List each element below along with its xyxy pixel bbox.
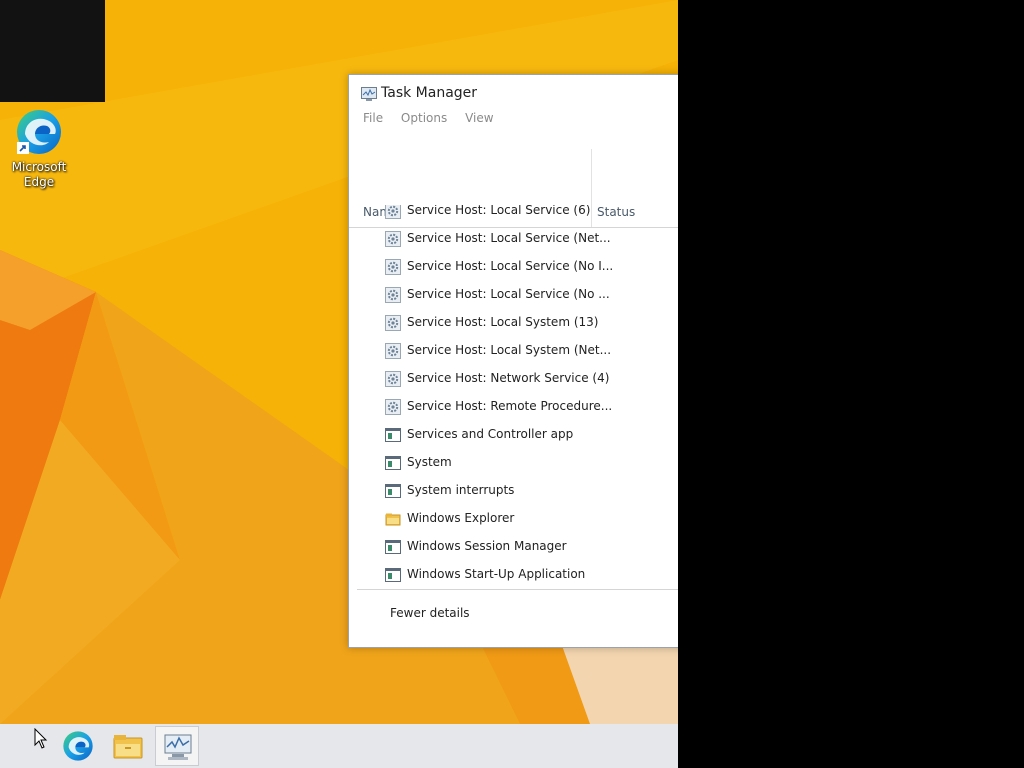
process-name: Services and Controller app xyxy=(407,427,574,441)
window-icon xyxy=(385,455,401,471)
process-row[interactable]: Windows Session Manager xyxy=(349,533,678,561)
desktop-icon-label: Microsoft Edge xyxy=(11,160,67,189)
gear-icon xyxy=(385,371,401,387)
process-name: Windows Start-Up Application xyxy=(407,567,586,581)
process-name: System interrupts xyxy=(407,483,515,497)
title-bar[interactable]: Task Manager xyxy=(349,75,678,111)
black-tile xyxy=(0,0,105,102)
process-name: Windows Session Manager xyxy=(407,539,567,553)
taskbar-file-explorer-button[interactable] xyxy=(106,726,150,766)
task-manager-window[interactable]: Task Manager File Options View Name Stat… xyxy=(348,74,678,648)
process-list[interactable]: Service Host: Local Service (6) Service H… xyxy=(349,205,678,588)
mouse-cursor-icon xyxy=(34,728,48,749)
menu-view[interactable]: View xyxy=(465,111,493,125)
taskbar-edge-button[interactable] xyxy=(56,726,100,766)
offscreen-area xyxy=(678,0,1024,768)
file-explorer-icon xyxy=(113,735,143,759)
process-name: Windows Explorer xyxy=(407,511,515,525)
process-row[interactable]: Windows Start-Up Application xyxy=(349,561,678,588)
process-row[interactable]: Service Host: Local System (13) xyxy=(349,309,678,337)
process-row[interactable]: Service Host: Local System (Net... xyxy=(349,337,678,365)
fewer-details-button[interactable]: Fewer details xyxy=(390,606,470,620)
process-row[interactable]: Service Host: Local Service (Net... xyxy=(349,225,678,253)
gear-icon xyxy=(385,287,401,303)
window-icon xyxy=(385,427,401,443)
window-icon xyxy=(385,567,401,583)
process-row[interactable]: System interrupts xyxy=(349,477,678,505)
gear-icon xyxy=(385,315,401,331)
footer: Fewer details xyxy=(357,589,678,646)
gear-icon xyxy=(385,343,401,359)
process-row[interactable]: Service Host: Network Service (4) xyxy=(349,365,678,393)
header-spacer xyxy=(349,133,678,191)
process-row[interactable]: Service Host: Local Service (No I... xyxy=(349,253,678,281)
window-icon xyxy=(385,539,401,555)
process-row[interactable]: Service Host: Local Service (No ... xyxy=(349,281,678,309)
desktop-icon-edge[interactable]: Microsoft Edge xyxy=(8,108,70,190)
process-name: Service Host: Remote Procedure... xyxy=(407,399,613,413)
process-name: Service Host: Local Service (No ... xyxy=(407,287,610,301)
process-row[interactable]: Services and Controller app xyxy=(349,421,678,449)
process-name: Service Host: Local System (Net... xyxy=(407,343,612,357)
process-name: Service Host: Local Service (No I... xyxy=(407,259,614,273)
process-name: System xyxy=(407,455,452,469)
task-manager-icon xyxy=(361,87,377,101)
process-name: Service Host: Local Service (Net... xyxy=(407,231,611,245)
gear-icon xyxy=(385,231,401,247)
edge-icon xyxy=(63,731,93,761)
window-title: Task Manager xyxy=(381,85,478,101)
screen: Microsoft Edge Task Manager File Options… xyxy=(0,0,678,768)
window-icon xyxy=(385,483,401,499)
task-manager-icon xyxy=(164,734,192,760)
taskbar xyxy=(0,724,678,768)
taskbar-task-manager-button[interactable] xyxy=(155,726,199,766)
process-row[interactable]: Service Host: Local Service (6) xyxy=(349,205,678,225)
process-row[interactable]: System xyxy=(349,449,678,477)
process-name: Service Host: Network Service (4) xyxy=(407,371,610,385)
menu-options[interactable]: Options xyxy=(401,111,447,125)
process-row[interactable]: Windows Explorer xyxy=(349,505,678,533)
process-name: Service Host: Local Service (6) xyxy=(407,205,591,217)
gear-icon xyxy=(385,205,401,219)
folder-icon xyxy=(385,511,401,527)
menu-file[interactable]: File xyxy=(363,111,383,125)
process-name: Service Host: Local System (13) xyxy=(407,315,599,329)
process-row[interactable]: Service Host: Remote Procedure... xyxy=(349,393,678,421)
gear-icon xyxy=(385,259,401,275)
menu-bar: File Options View xyxy=(349,111,678,133)
gear-icon xyxy=(385,399,401,415)
edge-icon xyxy=(15,108,63,156)
